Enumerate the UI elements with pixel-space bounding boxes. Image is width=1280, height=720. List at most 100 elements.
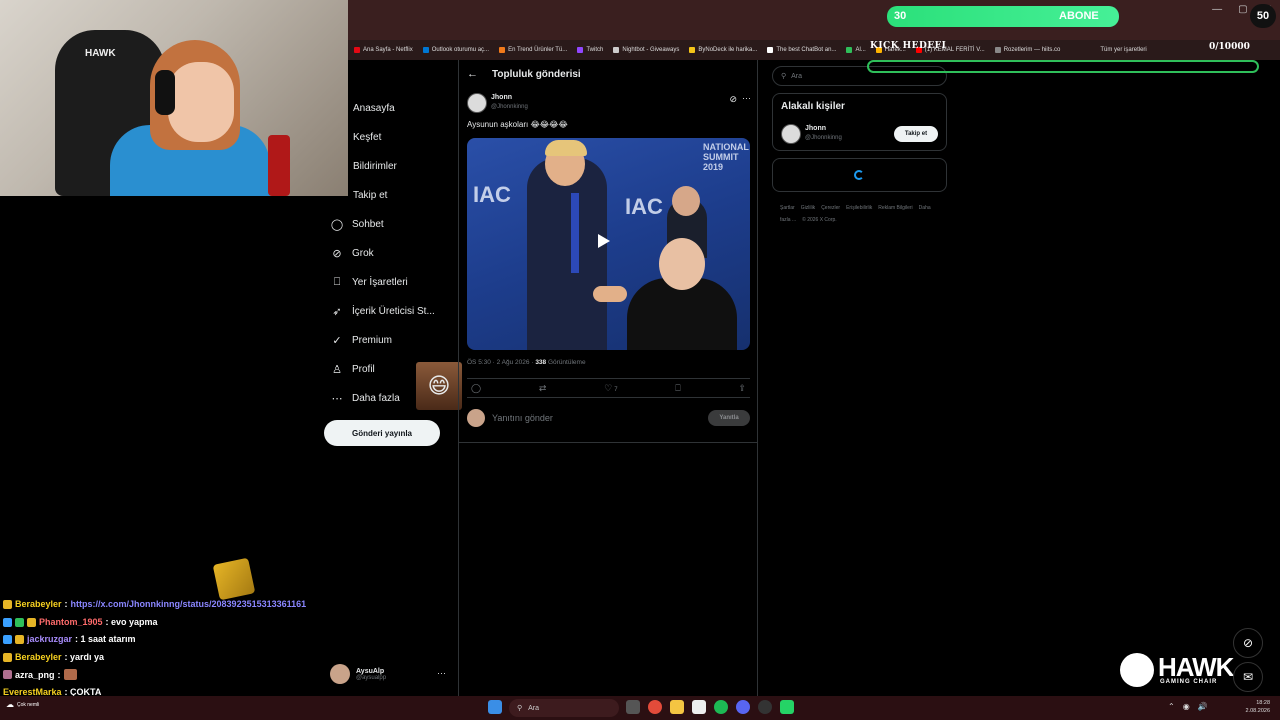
chevron-up-icon[interactable]: ⌃ xyxy=(1168,702,1175,711)
bookmark-item[interactable]: The best ChatBot an... xyxy=(767,47,836,53)
profile-icon: ♙ xyxy=(332,363,342,376)
reply-input[interactable]: Yanıtını gönder xyxy=(492,413,553,423)
chat-username[interactable]: azra_png xyxy=(15,670,55,680)
back-arrow-icon[interactable]: ← xyxy=(467,68,478,80)
chat-badge-icon xyxy=(15,617,24,627)
like-button[interactable]: ♡ 7 xyxy=(604,383,617,394)
chat-username[interactable]: Phantom_1905 xyxy=(39,617,103,627)
bookmark-label: Twitch xyxy=(586,47,604,53)
bookmark-icon: ⎕ xyxy=(333,275,341,288)
sidebar-item-rocket[interactable]: ➶ İçerik Üreticisi St... xyxy=(330,300,434,322)
kick-goal-count: 0/10000 xyxy=(1209,42,1250,52)
start-icon[interactable] xyxy=(488,700,502,714)
chrome-icon[interactable] xyxy=(648,700,662,714)
chat-username[interactable]: jackruzgar xyxy=(27,634,72,644)
sidebar-item-label: Takip et xyxy=(353,189,388,201)
grok-icon[interactable]: ⊘ xyxy=(729,94,737,105)
more-icon[interactable]: ··· xyxy=(437,668,446,678)
sidebar-item-home[interactable]: Anasayfa xyxy=(353,97,395,119)
rocket-icon: ➶ xyxy=(332,305,342,318)
bookmark-item[interactable]: Twitch xyxy=(577,47,603,53)
footer-link[interactable]: Erişilebilirlik xyxy=(846,205,872,211)
author-name[interactable]: Jhonn xyxy=(491,94,512,101)
chat-username[interactable]: Berabeyler xyxy=(15,652,62,662)
sidebar-item-more-circle[interactable]: ⋯ Daha fazla xyxy=(330,387,400,409)
sidebar-item-profile[interactable]: ♙ Profil xyxy=(330,358,375,380)
play-icon[interactable] xyxy=(598,234,610,248)
tweet-meta: ÖS 5:30 · 2 Ağu 2026 · 338 Görüntüleme xyxy=(467,359,586,366)
footer-link[interactable]: © 2026 X Corp. xyxy=(802,217,837,223)
author-avatar[interactable] xyxy=(467,93,487,113)
account-switcher[interactable]: AysuAlp @aysualpp ··· xyxy=(330,662,454,686)
taskbar-search[interactable]: ⚲ Ara xyxy=(509,699,619,717)
tweet-text: Aysunun aşkoları 😂😂😂😂 xyxy=(467,120,568,129)
footer-link[interactable]: Şartlar xyxy=(780,205,795,211)
tweet-header: Jhonn @Jhonnkinng ⊘ ··· xyxy=(467,93,751,113)
avatar[interactable] xyxy=(781,124,801,144)
bookmark-item[interactable]: Rozetlerim — hiits.co xyxy=(994,47,1060,53)
footer-link[interactable]: Gizlilik xyxy=(801,205,815,211)
task-view-icon[interactable] xyxy=(626,700,640,714)
bookmark-item[interactable]: Outlook oturumu aç... xyxy=(422,47,489,53)
second-person-head xyxy=(659,238,705,290)
bookmark-item[interactable]: Al... xyxy=(846,47,866,53)
sidebar-item-follow[interactable]: Takip et xyxy=(353,184,387,206)
feather-icon xyxy=(1120,653,1154,687)
messages-icon[interactable]: ✉ xyxy=(1233,662,1263,692)
grok-icon: ⊘ xyxy=(332,247,342,260)
folder-icon[interactable] xyxy=(670,700,684,714)
bookmark-item[interactable]: En Trend Ürünler Tü... xyxy=(499,47,567,53)
chat-username[interactable]: Berabeyler xyxy=(15,599,62,609)
sidebar-item-verified[interactable]: ✓ Premium xyxy=(330,329,392,351)
sidebar-item-bell[interactable]: Bildirimler xyxy=(353,155,397,177)
volume-icon[interactable]: 🔊 xyxy=(1198,702,1208,711)
chat-link[interactable]: https://x.com/Jhonnkinng/status/20839235… xyxy=(71,599,307,609)
all-bookmarks-link[interactable]: Tüm yer işaretleri xyxy=(1100,47,1146,53)
grok-icon[interactable]: ⊘ xyxy=(1233,628,1263,658)
tweet-video[interactable]: IAC IAC NATIONAL SUMMIT 2019 xyxy=(467,138,750,350)
spotify-icon[interactable] xyxy=(714,700,728,714)
footer-link[interactable]: Çerezler xyxy=(821,205,840,211)
sidebar-item-label: Daha fazla xyxy=(352,392,400,404)
more-icon[interactable]: ··· xyxy=(742,93,751,103)
sidebar-item-bookmark[interactable]: ⎕ Yer İşaretleri xyxy=(330,271,408,293)
obs-icon[interactable] xyxy=(758,700,772,714)
browser-titlebar: — ▢ ✕ xyxy=(348,0,1280,40)
maximize-icon[interactable]: ▢ xyxy=(1238,4,1247,15)
sidebar-item-chat[interactable]: ◯ Sohbet xyxy=(330,213,384,235)
reply-icon[interactable]: ◯ xyxy=(471,383,481,394)
minimize-icon[interactable]: — xyxy=(1212,4,1222,15)
retweet-icon[interactable]: ⇄ xyxy=(539,383,547,394)
bookmark-icon[interactable]: ⎕ xyxy=(675,383,680,394)
more-circle-icon: ⋯ xyxy=(331,392,343,405)
clock-time: 18:28 xyxy=(1256,700,1270,706)
bookmark-label: En Trend Ürünler Tü... xyxy=(508,47,568,53)
store-icon[interactable] xyxy=(692,700,706,714)
whatsapp-icon[interactable] xyxy=(780,700,794,714)
related-user-name[interactable]: Jhonn xyxy=(805,125,826,132)
bookmark-favicon-icon xyxy=(767,47,774,53)
discord-icon[interactable] xyxy=(736,700,750,714)
taskbar-pinned xyxy=(626,700,794,714)
follow-button[interactable]: Takip et xyxy=(894,126,938,142)
verified-icon: ✓ xyxy=(332,334,342,347)
bookmark-item[interactable]: ByNoDeck ile harika... xyxy=(689,47,757,53)
bookmark-item[interactable]: Ana Sayfa - Netflix xyxy=(354,47,413,53)
weather-widget[interactable]: ☁ Çok nemli xyxy=(6,700,39,709)
post-button[interactable]: Gönderi yayınla xyxy=(324,420,440,446)
chat-badge-icon xyxy=(3,599,12,609)
sidebar-item-label: Keşfet xyxy=(353,131,382,143)
footer-link[interactable]: Reklam Bilgileri xyxy=(878,205,912,211)
person-suit xyxy=(527,158,607,350)
tie xyxy=(571,193,579,273)
taskbar-clock[interactable]: 18:28 2.08.2026 xyxy=(1246,699,1270,715)
main-column: ← Topluluk gönderisi Jhonn @Jhonnkinng ⊘… xyxy=(458,60,758,696)
sidebar-item-label: Anasayfa xyxy=(353,102,395,114)
sidebar-item-search[interactable]: Keşfet xyxy=(353,126,381,148)
reply-button[interactable]: Yanıtla xyxy=(708,410,750,426)
bookmark-item[interactable]: Nightbot - Giveaways xyxy=(613,47,679,53)
sidebar-item-grok[interactable]: ⊘ Grok xyxy=(330,242,373,264)
share-icon[interactable]: ⇪ xyxy=(738,383,746,394)
network-icon[interactable]: ◉ xyxy=(1183,702,1190,711)
author-handle[interactable]: @Jhonnkinng xyxy=(491,104,528,110)
